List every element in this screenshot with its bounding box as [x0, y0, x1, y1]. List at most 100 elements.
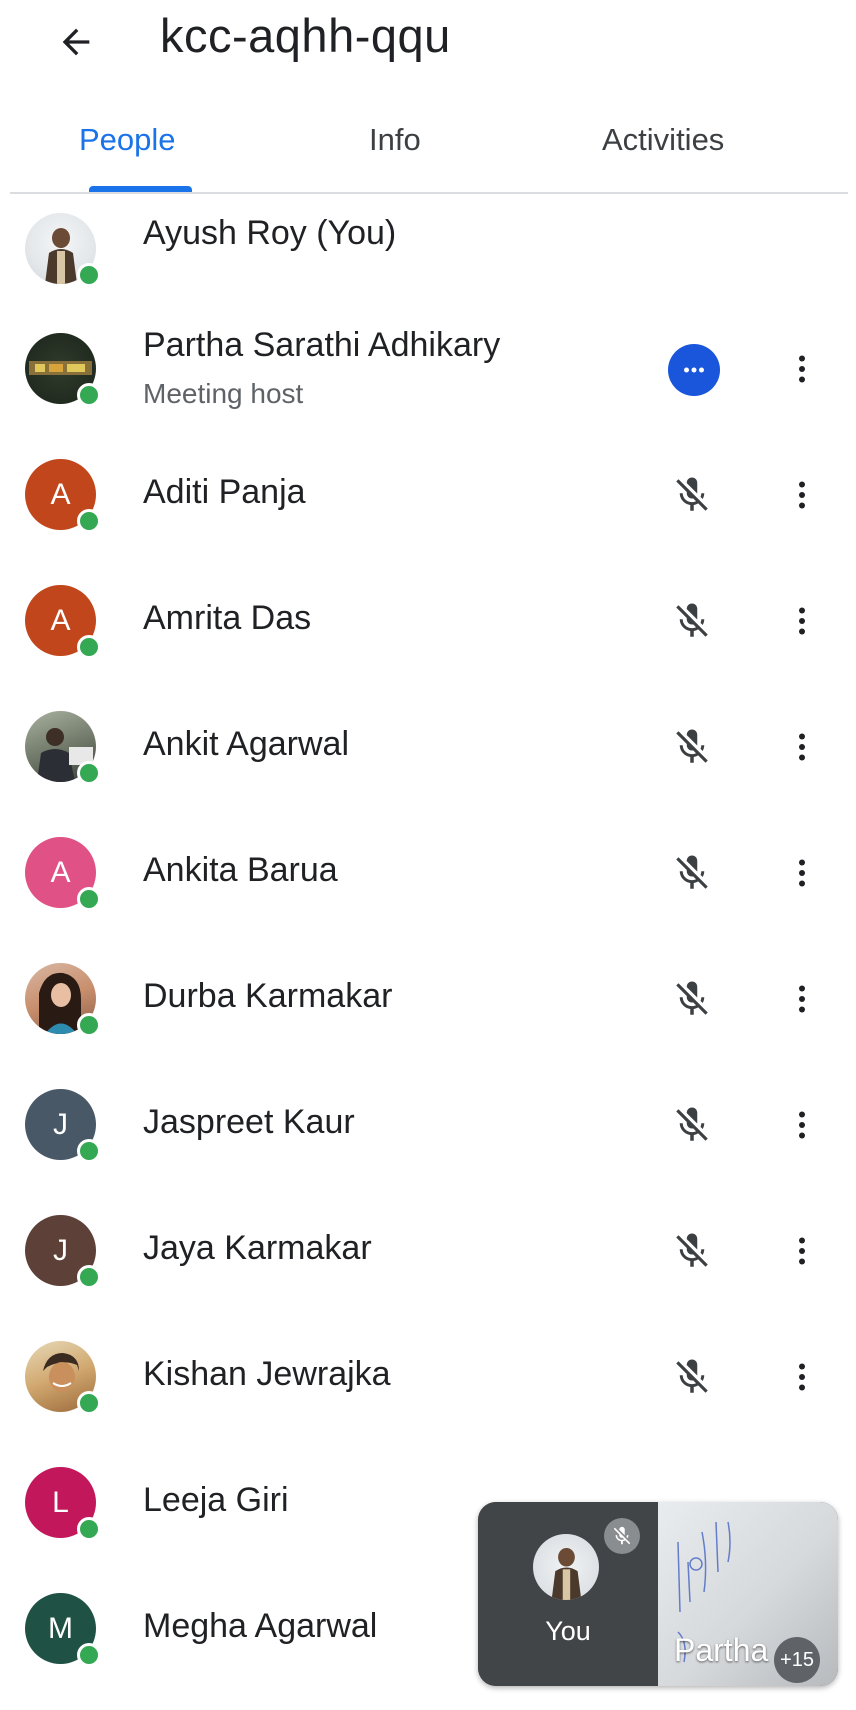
more-vert-icon — [799, 1363, 805, 1391]
more-horiz-icon — [684, 367, 704, 373]
participant-row[interactable]: Ayush Roy (You) — [0, 192, 856, 306]
more-options-button[interactable] — [778, 339, 826, 399]
participant-row[interactable]: Ankit Agarwal — [0, 684, 856, 810]
participant-row[interactable]: J Jaspreet Kaur — [0, 1062, 856, 1188]
participant-name: Aditi Panja — [143, 473, 306, 511]
participant-name: Ankita Barua — [143, 851, 338, 889]
online-indicator — [77, 887, 101, 911]
participant-row[interactable]: Durba Karmakar — [0, 936, 856, 1062]
tab-people[interactable]: People — [79, 122, 176, 158]
mic-off-icon — [676, 1233, 708, 1267]
more-vert-icon — [799, 1237, 805, 1265]
more-options-button[interactable] — [778, 1221, 826, 1281]
avatar — [533, 1534, 599, 1600]
more-vert-icon — [799, 607, 805, 635]
online-indicator — [77, 383, 101, 407]
mic-off-icon — [676, 1359, 708, 1393]
top-app-bar: kcc-aqhh-qqu — [0, 0, 856, 100]
participant-name: Jaya Karmakar — [143, 1229, 372, 1267]
more-vert-icon — [799, 733, 805, 761]
participant-list: Ayush Roy (You) Partha Sarathi Adhikary … — [0, 192, 856, 1692]
avatar-initial: J — [53, 1233, 68, 1267]
self-video-tile: You — [478, 1502, 658, 1686]
host-options-button[interactable] — [668, 344, 720, 396]
tab-activities[interactable]: Activities — [602, 122, 724, 158]
participant-name: Jaspreet Kaur — [143, 1103, 355, 1141]
avatar: A — [25, 459, 101, 533]
participant-name: Ankit Agarwal — [143, 725, 349, 763]
avatar: J — [25, 1215, 101, 1289]
online-indicator — [77, 761, 101, 785]
mic-off-badge — [604, 1518, 640, 1554]
participant-name: Megha Agarwal — [143, 1607, 378, 1645]
participant-name: Leeja Giri — [143, 1481, 289, 1519]
online-indicator — [77, 1517, 101, 1541]
avatar: A — [25, 585, 101, 659]
avatar-initial: A — [50, 855, 71, 889]
online-indicator — [77, 1139, 101, 1163]
avatar-initial: L — [52, 1485, 69, 1519]
participant-name: Durba Karmakar — [143, 977, 393, 1015]
participant-row[interactable]: A Ankita Barua — [0, 810, 856, 936]
mic-off-icon — [676, 603, 708, 637]
tab-bar: People Info Activities — [10, 100, 848, 194]
participant-row[interactable]: Partha Sarathi Adhikary Meeting host — [0, 306, 856, 432]
mic-status — [667, 722, 717, 772]
meeting-code-title: kcc-aqhh-qqu — [160, 9, 451, 62]
online-indicator — [77, 1391, 101, 1415]
online-indicator — [77, 263, 101, 287]
participant-name: Kishan Jewrajka — [143, 1355, 391, 1393]
back-button[interactable] — [44, 10, 108, 74]
participant-row[interactable]: J Jaya Karmakar — [0, 1188, 856, 1314]
participant-row[interactable]: A Aditi Panja — [0, 432, 856, 558]
host-label: Partha — [674, 1632, 769, 1668]
more-options-button[interactable] — [778, 1095, 826, 1155]
online-indicator — [77, 635, 101, 659]
avatar-initial: M — [48, 1611, 73, 1645]
self-label: You — [545, 1616, 591, 1646]
participant-row[interactable]: A Amrita Das — [0, 558, 856, 684]
participant-name: Partha Sarathi Adhikary — [143, 326, 501, 364]
mic-status — [667, 848, 717, 898]
more-vert-icon — [799, 859, 805, 887]
arrow-back-icon — [62, 28, 90, 56]
avatar: A — [25, 837, 101, 911]
mic-off-icon — [676, 1107, 708, 1141]
mic-off-icon — [676, 981, 708, 1015]
mic-status — [667, 470, 717, 520]
more-options-button[interactable] — [778, 843, 826, 903]
mic-status — [667, 1226, 717, 1276]
mic-off-icon — [676, 477, 708, 511]
avatar — [25, 333, 101, 407]
avatar — [25, 1341, 101, 1415]
mic-status — [667, 1352, 717, 1402]
mic-off-icon — [676, 729, 708, 763]
online-indicator — [77, 1643, 101, 1667]
mic-off-icon — [676, 855, 708, 889]
avatar: L — [25, 1467, 101, 1541]
participant-role: Meeting host — [143, 378, 304, 409]
online-indicator — [77, 1265, 101, 1289]
avatar-initial: A — [50, 603, 71, 637]
more-options-button[interactable] — [778, 1347, 826, 1407]
more-options-button[interactable] — [778, 465, 826, 525]
participant-name: Amrita Das — [143, 599, 312, 637]
online-indicator — [77, 509, 101, 533]
mic-off-icon — [613, 1526, 631, 1545]
more-vert-icon — [799, 1111, 805, 1139]
more-participants-badge: +15 — [774, 1637, 820, 1683]
avatar: M — [25, 1593, 101, 1667]
avatar: J — [25, 1089, 101, 1163]
avatar-initial: A — [50, 477, 71, 511]
tab-info[interactable]: Info — [369, 122, 421, 158]
more-options-button[interactable] — [778, 717, 826, 777]
mic-status — [667, 596, 717, 646]
more-options-button[interactable] — [778, 591, 826, 651]
picture-in-picture-tile[interactable]: You Partha +15 — [478, 1502, 838, 1686]
online-indicator — [77, 1013, 101, 1037]
participant-row[interactable]: Kishan Jewrajka — [0, 1314, 856, 1440]
more-options-button[interactable] — [778, 969, 826, 1029]
avatar — [25, 963, 101, 1037]
avatar-initial: J — [53, 1107, 68, 1141]
mic-status — [667, 1100, 717, 1150]
